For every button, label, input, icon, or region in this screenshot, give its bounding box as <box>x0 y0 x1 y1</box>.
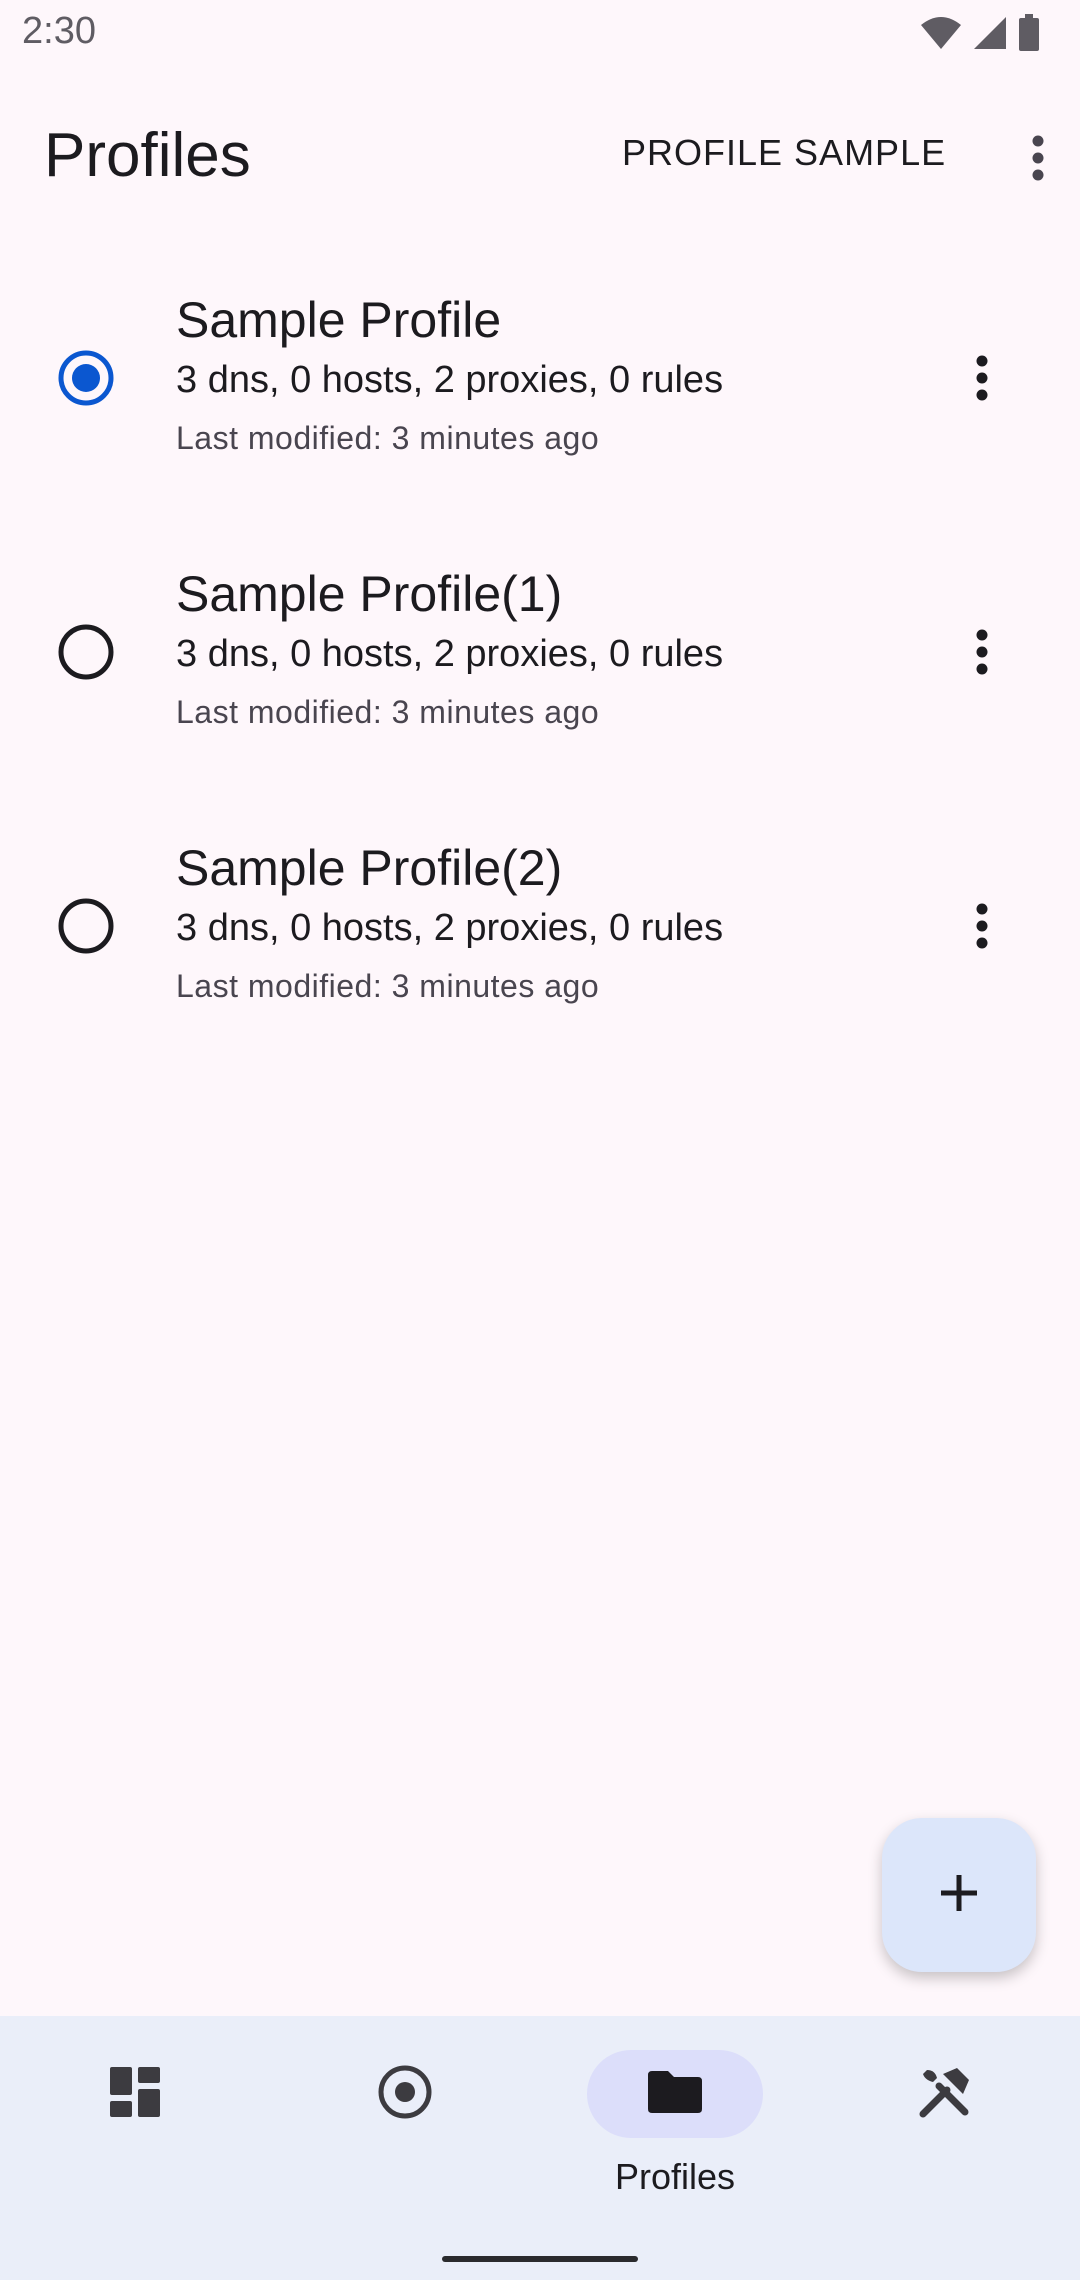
dashboard-icon <box>109 2066 161 2123</box>
add-profile-button[interactable] <box>882 1818 1036 1972</box>
nav-icon-container <box>857 2050 1033 2138</box>
profile-text: Sample Profile(2) 3 dns, 0 hosts, 2 prox… <box>176 838 936 1008</box>
profile-item[interactable]: Sample Profile(2) 3 dns, 0 hosts, 2 prox… <box>0 788 1080 1062</box>
profile-name: Sample Profile <box>176 292 502 348</box>
radio-unselected-icon[interactable] <box>58 898 114 954</box>
profile-name: Sample Profile(2) <box>176 840 563 896</box>
nav-item-dashboard[interactable] <box>0 2016 270 2246</box>
battery-icon <box>1018 14 1040 57</box>
profile-list: Sample Profile 3 dns, 0 hosts, 2 proxies… <box>0 240 1080 1062</box>
nav-icon-container <box>47 2050 223 2138</box>
radio-unselected-icon[interactable] <box>58 624 114 680</box>
more-vert-icon[interactable] <box>940 336 1024 420</box>
profile-text: Sample Profile(1) 3 dns, 0 hosts, 2 prox… <box>176 564 936 734</box>
tools-icon <box>917 2064 973 2125</box>
profile-item[interactable]: Sample Profile 3 dns, 0 hosts, 2 proxies… <box>0 240 1080 514</box>
status-icons <box>920 14 1040 57</box>
bottom-navigation: Profiles <box>0 2016 1080 2280</box>
profile-modified: Last modified: 3 minutes ago <box>176 694 600 730</box>
profile-summary: 3 dns, 0 hosts, 2 proxies, 0 rules <box>176 907 724 949</box>
radio-target-icon <box>377 2064 433 2125</box>
nav-item-profiles[interactable]: Profiles <box>540 2016 810 2246</box>
nav-item-connection[interactable] <box>270 2016 540 2246</box>
profile-text: Sample Profile 3 dns, 0 hosts, 2 proxies… <box>176 290 936 460</box>
add-icon <box>939 1873 979 1918</box>
home-indicator[interactable] <box>442 2256 638 2262</box>
profile-sample-button[interactable]: PROFILE SAMPLE <box>622 132 946 174</box>
folder-icon <box>646 2069 704 2120</box>
top-app-bar: Profiles PROFILE SAMPLE <box>0 82 1080 230</box>
more-vert-icon[interactable] <box>940 884 1024 968</box>
profile-modified: Last modified: 3 minutes ago <box>176 420 600 456</box>
signal-icon <box>972 15 1008 56</box>
nav-icon-container <box>317 2050 493 2138</box>
profile-name: Sample Profile(1) <box>176 566 563 622</box>
radio-selected-icon[interactable] <box>58 350 114 406</box>
profile-summary: 3 dns, 0 hosts, 2 proxies, 0 rules <box>176 359 724 401</box>
wifi-icon <box>920 15 962 56</box>
nav-item-tools[interactable] <box>810 2016 1080 2246</box>
profiles-screen: 2:30 Profiles PROFILE SAMPLE Sample Prof… <box>0 0 1080 2280</box>
status-time: 2:30 <box>22 10 96 52</box>
profile-modified: Last modified: 3 minutes ago <box>176 968 600 1004</box>
page-title: Profiles <box>44 121 251 190</box>
more-vert-icon[interactable] <box>940 610 1024 694</box>
nav-active-indicator <box>587 2050 763 2138</box>
status-bar: 2:30 <box>0 0 1080 66</box>
profile-summary: 3 dns, 0 hosts, 2 proxies, 0 rules <box>176 633 724 675</box>
nav-label-profiles: Profiles <box>614 2156 736 2197</box>
more-vert-icon[interactable] <box>996 116 1080 200</box>
profile-item[interactable]: Sample Profile(1) 3 dns, 0 hosts, 2 prox… <box>0 514 1080 788</box>
